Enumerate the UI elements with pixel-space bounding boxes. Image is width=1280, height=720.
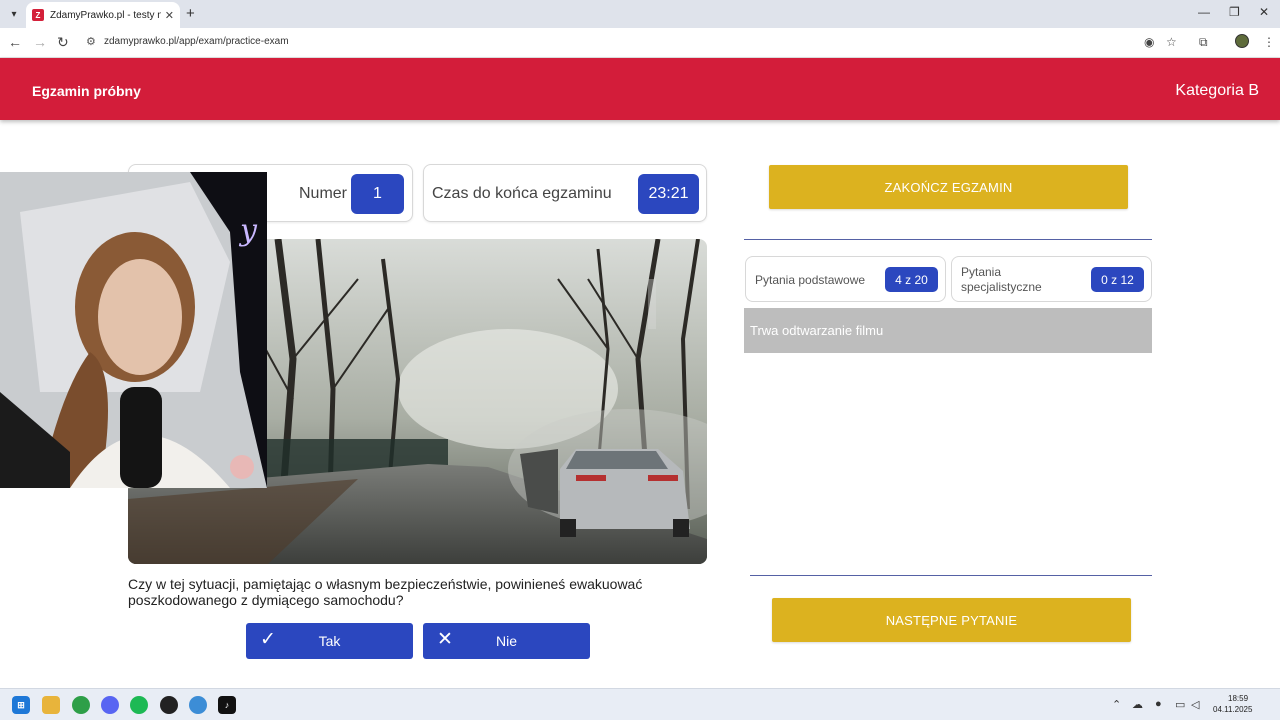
timer-label: Czas do końca egzaminu: [432, 185, 612, 202]
back-icon[interactable]: ←: [8, 34, 22, 50]
page-title: Egzamin próbny: [32, 83, 141, 99]
specialist-questions-label-line1: Pytania: [961, 265, 1002, 279]
video-status-bar: Trwa odtwarzanie filmu: [744, 308, 1152, 353]
restore-icon[interactable]: ❐: [1229, 5, 1240, 19]
minimize-icon[interactable]: —: [1198, 5, 1210, 19]
extensions-icon[interactable]: ⧉: [1199, 35, 1208, 50]
browser-tab[interactable]: Z ZdamyPrawko.pl - testy na prawo jazdy …: [26, 2, 180, 28]
window-close-icon[interactable]: ✕: [1259, 5, 1269, 19]
close-icon: ✕: [437, 629, 453, 650]
timer-box: Czas do końca egzaminu 23:21: [423, 164, 707, 222]
specialist-questions-box: Pytania specjalistyczne 0 z 12: [951, 256, 1152, 302]
check-icon: ✓: [260, 629, 276, 650]
answer-no-button[interactable]: ✕ Nie: [423, 623, 590, 659]
answer-yes-button[interactable]: ✓ Tak: [246, 623, 413, 659]
site-favicon-icon: Z: [32, 9, 44, 21]
new-tab-icon[interactable]: +: [186, 4, 195, 24]
end-exam-button[interactable]: ZAKOŃCZ EGZAMIN: [769, 165, 1128, 209]
timer-value: 23:21: [638, 174, 699, 214]
reload-icon[interactable]: ↻: [57, 34, 69, 50]
webcam-overlay: y: [0, 172, 267, 488]
tray-chevron-icon[interactable]: ⌃: [1112, 698, 1121, 711]
basic-questions-box: Pytania podstawowe 4 z 20: [745, 256, 946, 302]
url-text[interactable]: zdamyprawko.pl/app/exam/practice-exam: [104, 36, 289, 47]
next-question-button[interactable]: NASTĘPNE PYTANIE: [772, 598, 1131, 642]
network-icon[interactable]: ▭: [1175, 698, 1185, 711]
file-explorer-icon[interactable]: [42, 696, 60, 714]
eye-off-icon[interactable]: ◉: [1144, 35, 1154, 49]
spotify-icon[interactable]: [130, 696, 148, 714]
divider-bottom: [750, 575, 1152, 576]
answer-no-label: Nie: [495, 633, 517, 649]
volume-icon[interactable]: ◁: [1191, 698, 1199, 711]
question-text: Czy w tej sytuacji, pamiętając o własnym…: [128, 576, 643, 608]
site-info-icon[interactable]: ⚙: [86, 35, 96, 48]
question-number-value: 1: [351, 174, 404, 214]
clock-time[interactable]: 18:59: [1228, 694, 1248, 703]
forward-icon[interactable]: →: [33, 34, 47, 50]
address-bar[interactable]: ⚙ zdamyprawko.pl/app/exam/practice-exam …: [78, 32, 1188, 54]
bookmark-star-icon[interactable]: ☆: [1166, 35, 1177, 49]
start-menu-icon[interactable]: ⊞: [12, 696, 30, 714]
tiktok-icon[interactable]: ♪: [218, 696, 236, 714]
category-label: Kategoria B: [1175, 82, 1259, 99]
app-header: Egzamin próbny Kategoria B: [0, 58, 1280, 120]
os-taskbar: ⊞ ♪ ⌃ ☁ ● ▭ ◁ 18:59 04.11.2025: [0, 688, 1280, 720]
browser-toolbar: ← → ↻ ⚙ zdamyprawko.pl/app/exam/practice…: [0, 28, 1280, 58]
menu-dots-icon[interactable]: ⋮: [1263, 35, 1275, 49]
profile-avatar[interactable]: [1235, 34, 1249, 48]
obs-icon[interactable]: [160, 696, 178, 714]
tab-close-icon[interactable]: ✕: [165, 9, 174, 22]
specialist-questions-value: 0 z 12: [1091, 267, 1144, 292]
tab-title: ZdamyPrawko.pl - testy na prawo jazdy: [50, 9, 161, 21]
divider-top: [744, 239, 1152, 240]
discord-icon[interactable]: [101, 696, 119, 714]
answer-yes-label: Tak: [318, 633, 341, 649]
specialist-questions-label-line2: specjalistyczne: [961, 280, 1042, 294]
clock-date[interactable]: 04.11.2025: [1213, 705, 1252, 714]
tab-search-icon[interactable]: ▾: [4, 4, 24, 24]
microphone-icon[interactable]: ●: [1155, 698, 1162, 710]
cloud-icon[interactable]: ☁: [1132, 698, 1143, 711]
svg-text:y: y: [238, 213, 258, 248]
chrome-icon[interactable]: [72, 696, 90, 714]
basic-questions-value: 4 z 20: [885, 267, 938, 292]
chrome-profile-icon[interactable]: [189, 696, 207, 714]
browser-tab-bar: ▾ Z ZdamyPrawko.pl - testy na prawo jazd…: [0, 0, 1280, 28]
basic-questions-label: Pytania podstawowe: [755, 273, 866, 287]
